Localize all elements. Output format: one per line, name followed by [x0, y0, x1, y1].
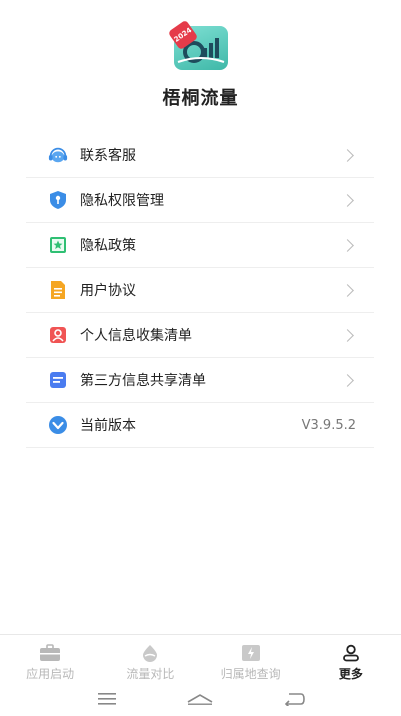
tab-traffic-compare[interactable]: 流量对比	[100, 635, 200, 682]
star-doc-icon	[48, 235, 68, 255]
location-card-icon	[240, 644, 262, 662]
tab-app-launch[interactable]: 应用启动	[0, 635, 100, 682]
tab-label: 更多	[338, 667, 363, 681]
app-screen: 2024 梧桐流量 联系客服 隐私权限管理 隐私政策 用户协议 个人信息收集清单…	[0, 0, 401, 716]
menu-item-privacy-permissions[interactable]: 隐私权限管理	[26, 178, 374, 223]
person-icon	[340, 644, 362, 662]
menu-item-third-party-sharing[interactable]: 第三方信息共享清单	[26, 358, 374, 403]
menu-item-privacy-policy[interactable]: 隐私政策	[26, 223, 374, 268]
home-icon[interactable]	[180, 687, 220, 711]
tab-label: 流量对比	[126, 667, 175, 681]
tab-more[interactable]: 更多	[301, 635, 401, 682]
menu-item-user-agreement[interactable]: 用户协议	[26, 268, 374, 313]
system-navigation-bar	[0, 682, 401, 716]
chevron-right-icon	[341, 238, 354, 252]
menu-item-current-version[interactable]: 当前版本 V3.9.5.2	[26, 403, 374, 448]
back-icon[interactable]	[274, 687, 314, 711]
settings-menu: 联系客服 隐私权限管理 隐私政策 用户协议 个人信息收集清单 第三方信息共享清单…	[26, 133, 374, 448]
menu-label: 第三方信息共享清单	[80, 373, 206, 389]
menu-icon[interactable]	[87, 687, 127, 711]
menu-label: 个人信息收集清单	[80, 328, 192, 344]
chevron-right-icon	[341, 373, 354, 387]
menu-label: 用户协议	[80, 283, 136, 299]
list-icon	[48, 370, 68, 390]
droplet-icon	[139, 644, 161, 662]
chevron-right-icon	[341, 328, 354, 342]
menu-item-personal-info-list[interactable]: 个人信息收集清单	[26, 313, 374, 358]
shield-icon	[48, 190, 68, 210]
app-title: 梧桐流量	[162, 88, 239, 109]
menu-label: 隐私权限管理	[80, 193, 164, 209]
menu-item-contact-support[interactable]: 联系客服	[26, 133, 374, 178]
chevron-right-icon	[341, 283, 354, 297]
briefcase-icon	[39, 644, 61, 662]
tab-label: 归属地查询	[220, 667, 281, 681]
tab-location-lookup[interactable]: 归属地查询	[201, 635, 301, 682]
chevron-right-icon	[341, 148, 354, 162]
menu-label: 联系客服	[80, 148, 136, 164]
version-number: V3.9.5.2	[301, 417, 356, 433]
chevron-right-icon	[341, 193, 354, 207]
person-card-icon	[48, 325, 68, 345]
menu-label: 当前版本	[80, 418, 136, 434]
tab-label: 应用启动	[26, 667, 75, 681]
headset-icon	[48, 145, 68, 165]
menu-label: 隐私政策	[80, 238, 136, 254]
version-check-icon	[48, 415, 68, 435]
document-icon	[48, 280, 68, 300]
bottom-tab-bar: 应用启动 流量对比 归属地查询 更多	[0, 634, 401, 682]
